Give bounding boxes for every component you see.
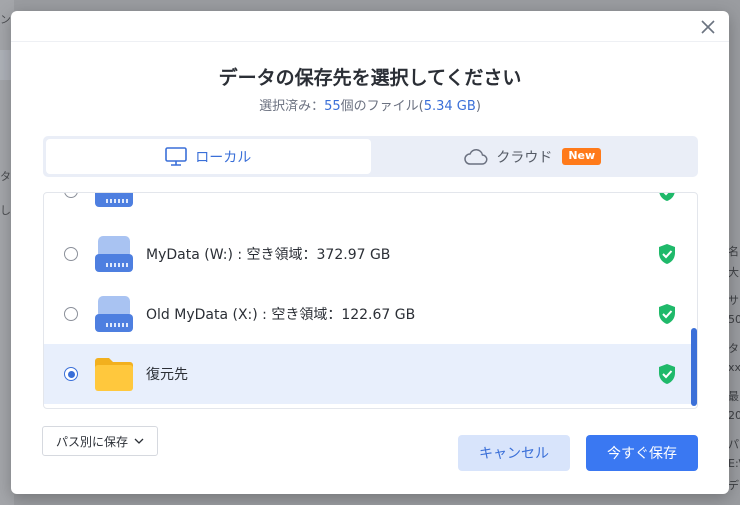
radio-button[interactable] (64, 307, 78, 321)
save-now-button[interactable]: 今すぐ保存 (586, 435, 698, 471)
summary-prefix: 選択済み： (259, 99, 325, 114)
tab-local-label: ローカル (195, 149, 252, 166)
save-by-path-label: パス別に保存 (55, 434, 128, 449)
drive-label: Old MyData (X:) : 空き領域：122.67 GB (146, 307, 416, 323)
list-scrollbar[interactable] (691, 193, 697, 408)
close-icon[interactable] (697, 16, 719, 38)
background-text: タ (728, 342, 739, 355)
summary-suffix: ) (475, 99, 481, 114)
file-count: 55 (324, 99, 341, 114)
shield-check-icon (659, 244, 675, 264)
header-divider (11, 41, 729, 42)
summary-mid: 個のファイル( (340, 99, 424, 114)
shield-check-icon (659, 364, 675, 384)
drive-label: MyData (W:) : 空き領域：372.97 GB (146, 247, 391, 263)
chevron-down-icon (134, 438, 144, 444)
background-text: し (0, 204, 11, 217)
cancel-button[interactable]: キャンセル (458, 435, 570, 471)
shield-check-icon (659, 193, 675, 201)
monitor-icon (165, 147, 188, 166)
dialog-title: データの保存先を選択してください (218, 67, 522, 89)
folder-icon (95, 358, 133, 391)
new-badge: New (562, 148, 602, 165)
destination-list: MyData (W:) : 空き領域：372.97 GB Old MyData … (43, 192, 698, 409)
cloud-icon (464, 148, 488, 165)
list-item[interactable]: MyData (W:) : 空き領域：372.97 GB (44, 224, 697, 284)
save-location-dialog: データの保存先を選択してください 選択済み：55個のファイル(5.34 GB) … (11, 11, 729, 494)
tab-cloud[interactable]: クラウド New (371, 139, 696, 174)
list-item[interactable]: Old MyData (X:) : 空き領域：122.67 GB (44, 284, 697, 344)
folder-label: 復元先 (146, 367, 188, 383)
list-item[interactable]: 復元先 (44, 344, 697, 404)
background-text: パ (728, 438, 739, 451)
background-text: 名 (728, 245, 739, 258)
scrollbar-thumb[interactable] (691, 328, 697, 406)
tab-local[interactable]: ローカル (46, 139, 371, 174)
background-text: E:\ (728, 457, 740, 470)
drive-icon (95, 193, 133, 207)
background-text: デ (728, 479, 739, 492)
selection-summary: 選択済み：55個のファイル(5.34 GB) (11, 95, 729, 114)
radio-button[interactable] (64, 367, 78, 381)
background-text: サ (728, 294, 739, 307)
background-text: 大 (728, 266, 739, 279)
background-text: 最 (728, 390, 739, 403)
radio-button[interactable] (64, 247, 78, 261)
radio-button[interactable] (64, 193, 78, 198)
total-size: 5.34 GB (423, 99, 476, 114)
background-text: タ (0, 170, 11, 183)
destination-tabs: ローカル クラウド New (43, 136, 698, 177)
tab-cloud-label: クラウド (496, 149, 553, 166)
background-text: 50 (728, 313, 740, 326)
background-text: xx (728, 361, 740, 374)
shield-check-icon (659, 304, 675, 324)
drive-icon (95, 236, 133, 272)
drive-icon (95, 296, 133, 332)
save-by-path-dropdown[interactable]: パス別に保存 (42, 426, 158, 456)
list-item[interactable] (44, 193, 697, 221)
background-text: 20 (728, 409, 740, 422)
